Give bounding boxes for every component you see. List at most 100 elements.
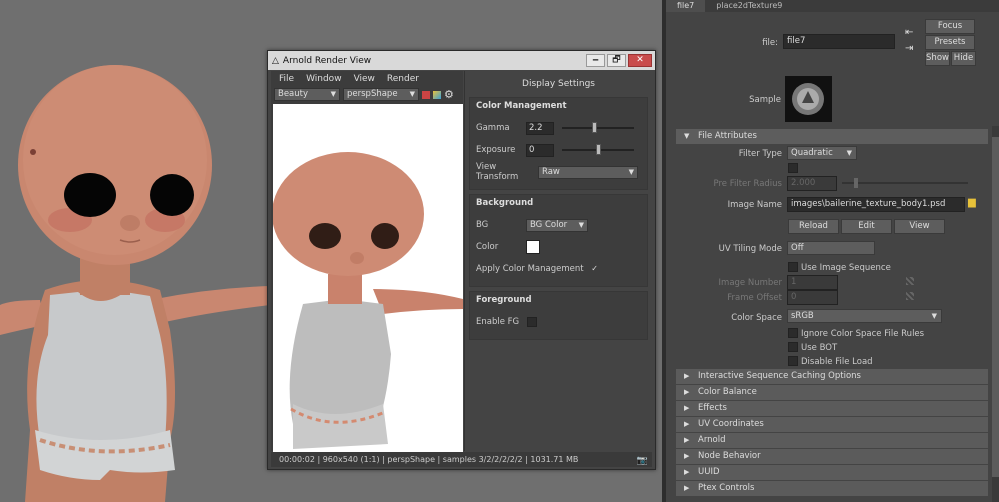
section-node-behavior[interactable]: ▶ Node Behavior [676,449,988,464]
foreground-section: Foreground Enable FG [469,291,648,340]
output-connection-icon[interactable]: ⇥ [905,43,913,54]
section-title: Ptex Controls [698,483,755,493]
uv-tiling-mode-label: UV Tiling Mode [718,244,782,254]
arnold-toolbar: Beauty ▼ perspShape ▼ ⚙ [271,86,463,103]
sample-label: Sample [749,95,781,105]
aov-dropdown[interactable]: Beauty ▼ [274,88,340,101]
render-status-text: 00:00:02 | 960x540 (1:1) | perspShape | … [279,455,579,464]
apply-color-management-row: Apply Color Management ✓ [476,258,641,280]
exposure-slider[interactable] [562,144,634,155]
section-color-balance[interactable]: ▶ Color Balance [676,385,988,400]
menu-view[interactable]: View [354,74,375,84]
reload-button[interactable]: Reload [788,219,839,234]
gamma-slider[interactable] [562,122,634,133]
focus-button[interactable]: Focus [925,19,975,34]
gamma-slider-knob[interactable] [592,122,597,133]
section-uv-coordinates[interactable]: ▶ UV Coordinates [676,417,988,432]
section-effects[interactable]: ▶ Effects [676,401,988,416]
scrollbar-thumb[interactable] [992,137,999,477]
filter-type-dropdown[interactable]: Quadratic ▼ [787,146,857,160]
pre-filter-radius-knob[interactable] [854,178,858,188]
filter-type-label: Filter Type [738,149,782,159]
bg-dropdown[interactable]: BG Color ▼ [526,218,588,232]
expand-triangle-icon: ▶ [684,468,690,476]
attribute-editor-tabs: file7 place2dTexture9 [666,0,999,12]
aov-dropdown-value: Beauty [278,89,309,99]
section-ptex-controls[interactable]: ▶ Ptex Controls [676,481,988,496]
pre-filter-radius-label: Pre Filter Radius [713,179,782,189]
image-name-label: Image Name [727,200,782,210]
view-transform-dropdown[interactable]: Raw ▼ [538,165,638,179]
camera-dropdown[interactable]: perspShape ▼ [343,88,419,101]
display-settings-panel: Display Settings Color Management Gamma … [464,71,652,451]
apply-color-management-checkbox[interactable]: ✓ [590,264,600,274]
hide-button[interactable]: Hide [951,51,976,66]
minimize-button[interactable]: 🗕 [586,54,605,67]
color-management-section: Color Management Gamma 2.2 Exposure 0 Vi… [469,97,648,190]
gamma-input[interactable]: 2.2 [526,121,554,135]
section-title: Node Behavior [698,451,761,461]
file-attributes-header[interactable]: ▼ File Attributes [676,129,988,144]
close-button[interactable]: ✕ [628,54,652,67]
expand-triangle-icon: ▶ [684,420,690,428]
section-arnold[interactable]: ▶ Arnold [676,433,988,448]
bg-row: BG BG Color ▼ [476,214,641,236]
pre-filter-checkbox[interactable] [788,163,798,173]
folder-icon[interactable]: ▆ [968,197,976,208]
bg-color-swatch[interactable] [526,240,540,254]
pre-filter-radius-slider[interactable] [842,178,968,188]
use-bot-checkbox[interactable] [788,342,798,352]
edit-button[interactable]: Edit [841,219,892,234]
tab-place2dtexture9[interactable]: place2dTexture9 [705,0,793,12]
expand-triangle-icon: ▶ [684,436,690,444]
section-interactive-sequence-caching[interactable]: ▶ Interactive Sequence Caching Options [676,369,988,384]
section-title: Color Balance [698,387,757,397]
color-row: Color [476,236,641,258]
maximize-button[interactable]: 🗗 [607,54,626,67]
uv-tiling-mode-dropdown[interactable]: Off [787,241,875,255]
render-region-icon[interactable] [422,90,430,99]
bg-dropdown-value: BG Color [530,219,568,230]
use-image-sequence-label: Use Image Sequence [801,263,891,273]
disable-file-load-label: Disable File Load [801,357,873,367]
keyframe-icon[interactable] [906,277,914,285]
file-name-field[interactable]: file7 [783,34,895,49]
color-space-dropdown[interactable]: sRGB ▼ [787,309,942,323]
exposure-slider-knob[interactable] [596,144,601,155]
snapshot-camera-icon[interactable]: 📷 [637,454,648,469]
arnold-render-view-window[interactable]: △ Arnold Render View 🗕 🗗 ✕ File Window V… [267,50,656,470]
expand-triangle-icon: ▶ [684,484,690,492]
show-button[interactable]: Show [925,51,950,66]
settings-gear-icon[interactable]: ⚙ [444,89,454,100]
section-title: Effects [698,403,727,413]
image-number-field[interactable]: 1 [787,275,838,290]
pre-filter-radius-field[interactable]: 2.000 [787,176,837,191]
section-uuid[interactable]: ▶ UUID [676,465,988,480]
disable-file-load-checkbox[interactable] [788,356,798,366]
menu-file[interactable]: File [279,74,294,84]
frame-offset-field[interactable]: 0 [787,290,838,305]
view-button[interactable]: View [894,219,945,234]
use-bot-label: Use BOT [801,343,838,353]
ipr-icon[interactable] [433,90,441,99]
presets-button[interactable]: Presets [925,35,975,50]
render-image[interactable] [273,104,463,454]
view-transform-label: View Transform [476,162,519,182]
enable-fg-checkbox[interactable] [527,317,538,327]
ignore-color-space-checkbox[interactable] [788,328,798,338]
input-connection-icon[interactable]: ⇤ [905,27,913,38]
file-attributes-title: File Attributes [698,131,757,141]
use-image-sequence-checkbox[interactable] [788,262,798,272]
chevron-down-icon: ▼ [578,220,584,229]
exposure-input[interactable]: 0 [526,143,554,157]
menu-window[interactable]: Window [306,74,342,84]
image-name-field[interactable]: images\bailerine_texture_body1.psd [787,197,965,212]
uv-tiling-mode-value: Off [791,243,804,253]
sample-texture-icon [792,83,824,115]
tab-file7[interactable]: file7 [666,0,706,12]
menu-render[interactable]: Render [387,74,419,84]
arnold-titlebar[interactable]: △ Arnold Render View 🗕 🗗 ✕ [268,51,655,70]
chevron-down-icon: ▼ [628,167,634,176]
keyframe-icon[interactable] [906,292,914,300]
render-panel: File Window View Render Beauty ▼ perspSha… [271,71,463,454]
